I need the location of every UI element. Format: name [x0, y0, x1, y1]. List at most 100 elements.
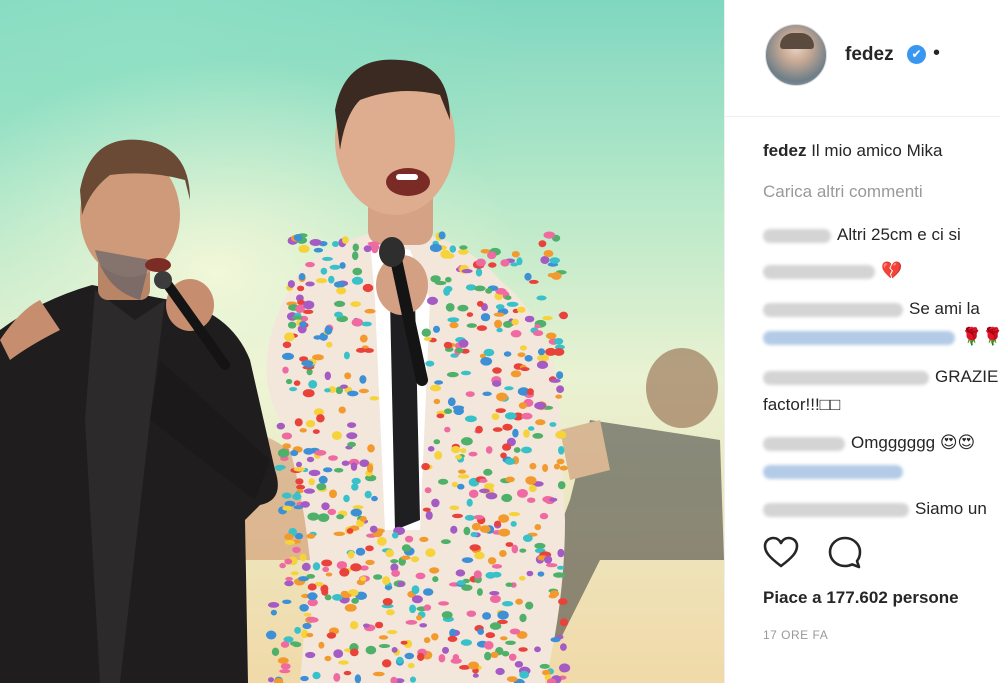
caption-username[interactable]: fedez: [763, 141, 806, 160]
load-more-comments-button[interactable]: Carica altri commenti: [763, 181, 923, 203]
confetti-dot: [495, 304, 505, 310]
heart-icon[interactable]: [763, 535, 799, 571]
confetti-dot: [332, 241, 339, 247]
confetti-dot: [474, 285, 486, 292]
hidden-username: [763, 302, 903, 317]
confetti-dot: [284, 332, 295, 342]
confetti-dot: [555, 394, 563, 399]
confetti-dot: [307, 592, 318, 601]
comment-row-continued: factor!!!□□: [763, 394, 840, 416]
confetti-dot: [452, 513, 463, 519]
confetti-dot: [301, 360, 314, 367]
confetti-dot: [475, 425, 483, 434]
confetti-dot: [534, 324, 541, 329]
confetti-dot: [415, 572, 426, 580]
confetti-dot: [468, 451, 478, 457]
confetti-dot: [347, 441, 356, 448]
confetti-dot: [276, 422, 285, 430]
confetti-dot: [359, 334, 368, 343]
confetti-dot: [458, 469, 466, 474]
confetti-dot: [550, 637, 561, 643]
comment-text: 🌹🌹: [961, 327, 1000, 346]
confetti-dot: [317, 513, 330, 522]
confetti-dot: [539, 512, 549, 520]
confetti-dot: [480, 357, 493, 366]
confetti-dot: [477, 628, 485, 635]
confetti-dot: [494, 520, 501, 527]
confetti-dot: [450, 658, 462, 664]
confetti-dot: [474, 551, 485, 560]
post-timestamp[interactable]: 17 ORE FA: [763, 628, 828, 642]
confetti-dot: [352, 251, 359, 261]
confetti-dot: [369, 396, 380, 401]
confetti-dot: [308, 380, 318, 389]
caption-text: Il mio amico Mika: [811, 141, 943, 160]
confetti-dot: [488, 262, 497, 268]
username-link[interactable]: fedez: [845, 44, 894, 66]
confetti-dot: [489, 622, 502, 630]
comment-text: GRAZIE: [935, 367, 999, 386]
confetti-dot: [443, 341, 453, 349]
confetti-dot: [301, 562, 311, 572]
confetti-dot: [445, 253, 455, 259]
confetti-dot: [444, 408, 453, 415]
confetti-dot: [549, 257, 560, 264]
confetti-dot: [277, 657, 289, 664]
confetti-dot: [521, 412, 533, 420]
confetti-dot: [466, 312, 474, 317]
confetti-dot: [382, 576, 390, 585]
confetti-dot: [302, 389, 315, 398]
confetti-dot: [307, 512, 320, 521]
confetti-dot: [306, 533, 316, 539]
confetti-dot: [558, 446, 565, 455]
confetti-dot: [359, 375, 367, 384]
confetti-dot: [349, 621, 359, 630]
confetti-dot: [419, 536, 429, 543]
confetti-dot: [487, 251, 497, 260]
confetti-dot: [284, 580, 294, 587]
confetti-dot: [431, 633, 439, 641]
confetti-dot: [361, 321, 372, 327]
confetti-dot: [525, 601, 534, 610]
confetti-dot: [384, 585, 393, 590]
confetti-dot: [518, 402, 528, 409]
avatar[interactable]: [765, 24, 827, 86]
confetti-dot: [382, 598, 393, 606]
confetti-dot: [485, 492, 498, 500]
confetti-dot: [400, 555, 411, 560]
confetti-dot: [369, 525, 378, 533]
confetti-dot: [513, 447, 521, 453]
confetti-dot: [268, 677, 274, 683]
confetti-dot: [325, 572, 333, 577]
likes-count[interactable]: Piace a 177.602 persone: [763, 588, 959, 608]
confetti-dot: [452, 405, 465, 411]
confetti-dot: [430, 384, 442, 392]
speech-bubble-icon[interactable]: [827, 535, 863, 571]
confetti-dot: [455, 347, 464, 354]
confetti-dot: [305, 281, 315, 287]
confetti-dot: [520, 367, 530, 372]
confetti-dot: [391, 647, 398, 653]
confetti-dot: [497, 610, 509, 620]
confetti-dot: [475, 258, 486, 267]
confetti-dot: [432, 576, 439, 583]
confetti-dot: [505, 582, 514, 587]
confetti-dot: [545, 563, 558, 568]
confetti-dot: [522, 534, 533, 542]
confetti-dot: [274, 464, 286, 470]
confetti-dot: [505, 476, 515, 483]
confetti-dot: [528, 279, 539, 284]
confetti-dot: [461, 557, 474, 563]
confetti-dot: [324, 325, 333, 335]
confetti-dot: [524, 355, 533, 362]
confetti-dot: [366, 463, 374, 473]
confetti-dot: [281, 492, 292, 499]
confetti-dot: [356, 347, 366, 353]
confetti-dot: [427, 296, 438, 305]
post-photo[interactable]: [0, 0, 724, 683]
confetti-dot: [472, 673, 479, 678]
confetti-dot: [461, 269, 473, 274]
confetti-dot: [347, 390, 359, 397]
confetti-dot: [466, 323, 477, 328]
confetti-dot: [557, 481, 566, 490]
